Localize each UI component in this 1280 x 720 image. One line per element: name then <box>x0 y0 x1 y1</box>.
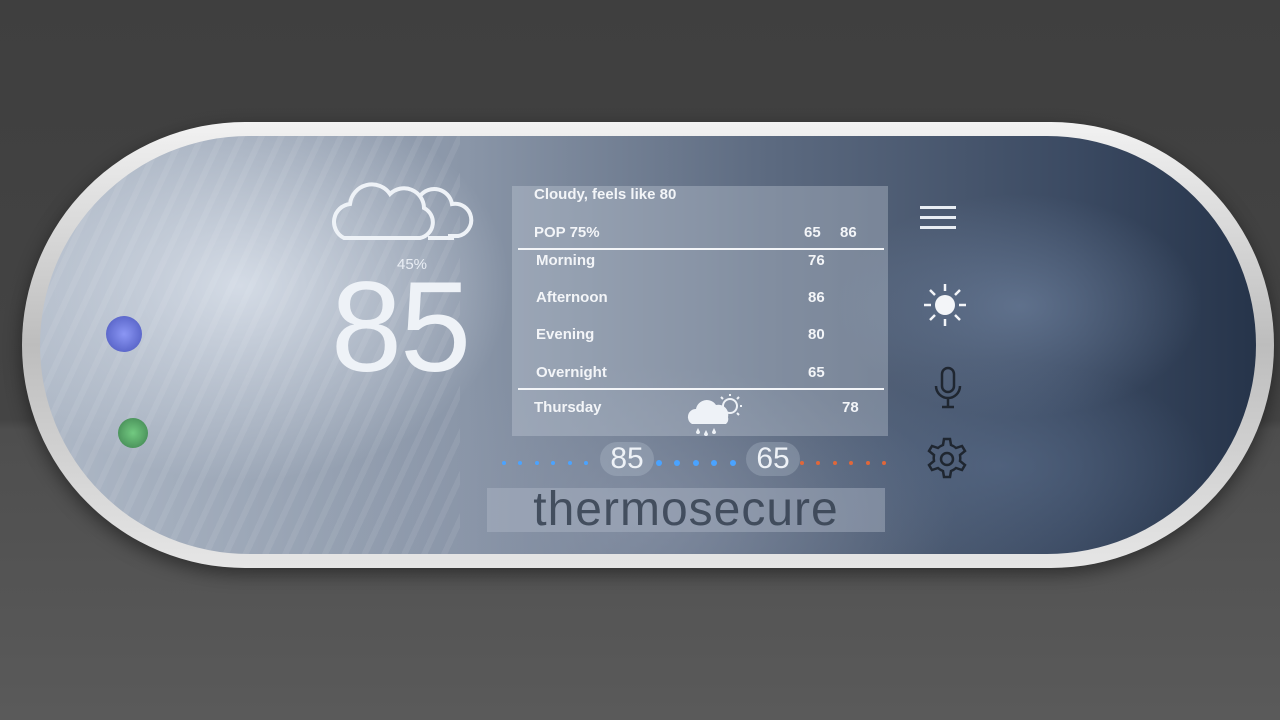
track-dot <box>534 460 539 465</box>
track-dot <box>865 460 870 465</box>
rain-partly-sunny-icon <box>687 394 742 436</box>
track-dot <box>832 460 837 465</box>
forecast-summary: Cloudy, feels like 80 <box>534 186 677 203</box>
period-value: 65 <box>808 364 825 381</box>
period-value: 80 <box>808 326 825 343</box>
cool-dot-track[interactable] <box>656 454 744 466</box>
pop-row: POP 75% 65 86 <box>512 224 888 248</box>
heat-dot-track[interactable] <box>800 454 894 465</box>
pop-high: 86 <box>840 224 857 241</box>
track-dot <box>551 460 556 465</box>
period-label: Overnight <box>536 364 607 381</box>
pop-low: 65 <box>804 224 821 241</box>
period-row: Evening 80 <box>512 326 888 350</box>
next-day-label: Thursday <box>534 399 602 416</box>
cool-dot-track[interactable] <box>502 454 596 465</box>
sun-icon[interactable] <box>922 282 968 328</box>
period-label: Afternoon <box>536 289 608 306</box>
setpoint-low[interactable]: 65 <box>746 442 800 476</box>
pop-label: POP 75% <box>534 224 600 241</box>
track-dot <box>584 460 589 465</box>
track-dot <box>711 459 718 466</box>
forecast-summary-row: Cloudy, feels like 80 <box>512 186 888 210</box>
next-day-value: 78 <box>842 399 859 416</box>
divider <box>518 388 884 390</box>
cloud-icon <box>332 182 474 240</box>
brand-name: thermosecure <box>533 483 839 536</box>
track-dot <box>800 460 804 465</box>
period-row: Morning 76 <box>512 252 888 276</box>
track-dot <box>656 459 662 466</box>
period-row: Afternoon 86 <box>512 289 888 313</box>
thermostat-device: 45% 85 Cloudy, feels like 80 POP 75% 65 … <box>22 122 1274 568</box>
track-dot <box>849 460 854 465</box>
brand-logo: thermosecure <box>487 483 885 536</box>
gear-icon[interactable] <box>924 436 970 482</box>
thermostat-screen: 45% 85 Cloudy, feels like 80 POP 75% 65 … <box>40 136 1256 554</box>
track-dot <box>816 460 821 465</box>
track-dot <box>674 459 681 466</box>
track-dot <box>567 460 572 465</box>
period-label: Morning <box>536 252 596 269</box>
period-label: Evening <box>536 326 595 343</box>
microphone-icon[interactable] <box>932 366 964 410</box>
green-indicator-light <box>118 418 148 448</box>
setpoint-high[interactable]: 85 <box>600 442 654 476</box>
forecast-panel[interactable]: Cloudy, feels like 80 POP 75% 65 86 Morn… <box>512 186 888 436</box>
menu-icon[interactable] <box>920 204 958 232</box>
divider <box>518 248 884 250</box>
period-value: 76 <box>808 252 825 269</box>
period-value: 86 <box>808 289 825 306</box>
track-dot <box>518 460 523 465</box>
current-temperature: 85 <box>330 256 471 399</box>
track-dot <box>502 460 506 465</box>
track-dot <box>882 460 887 465</box>
track-dot <box>729 459 736 466</box>
period-row: Overnight 65 <box>512 364 888 388</box>
track-dot <box>692 459 699 466</box>
blue-indicator-light <box>106 316 142 352</box>
